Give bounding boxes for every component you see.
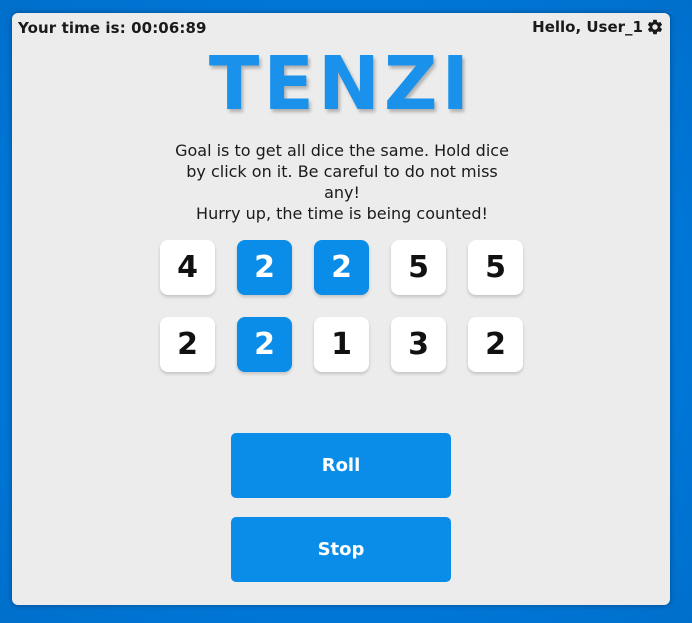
stop-button[interactable]: Stop: [231, 517, 451, 582]
game-title: TENZI: [208, 41, 474, 127]
dice-grid: 4225522132: [160, 240, 523, 372]
die-held[interactable]: 2: [314, 240, 369, 295]
gear-icon[interactable]: [646, 18, 664, 36]
instructions-goal: Goal is to get all dice the same. Hold d…: [175, 141, 509, 202]
die[interactable]: 5: [391, 240, 446, 295]
die[interactable]: 5: [468, 240, 523, 295]
die[interactable]: 2: [468, 317, 523, 372]
die[interactable]: 3: [391, 317, 446, 372]
die[interactable]: 4: [160, 240, 215, 295]
instructions: Goal is to get all dice the same. Hold d…: [172, 140, 512, 224]
greeting-text: Hello, User_1: [532, 18, 643, 36]
die[interactable]: 2: [160, 317, 215, 372]
timer-display: Your time is: 00:06:89: [18, 19, 207, 37]
roll-button[interactable]: Roll: [231, 433, 451, 498]
die-held[interactable]: 2: [237, 317, 292, 372]
instructions-hurry: Hurry up, the time is being counted!: [196, 204, 488, 223]
die[interactable]: 1: [314, 317, 369, 372]
game-panel: Your time is: 00:06:89 Hello, User_1 TEN…: [12, 13, 670, 605]
user-greeting: Hello, User_1: [532, 18, 664, 36]
die-held[interactable]: 2: [237, 240, 292, 295]
